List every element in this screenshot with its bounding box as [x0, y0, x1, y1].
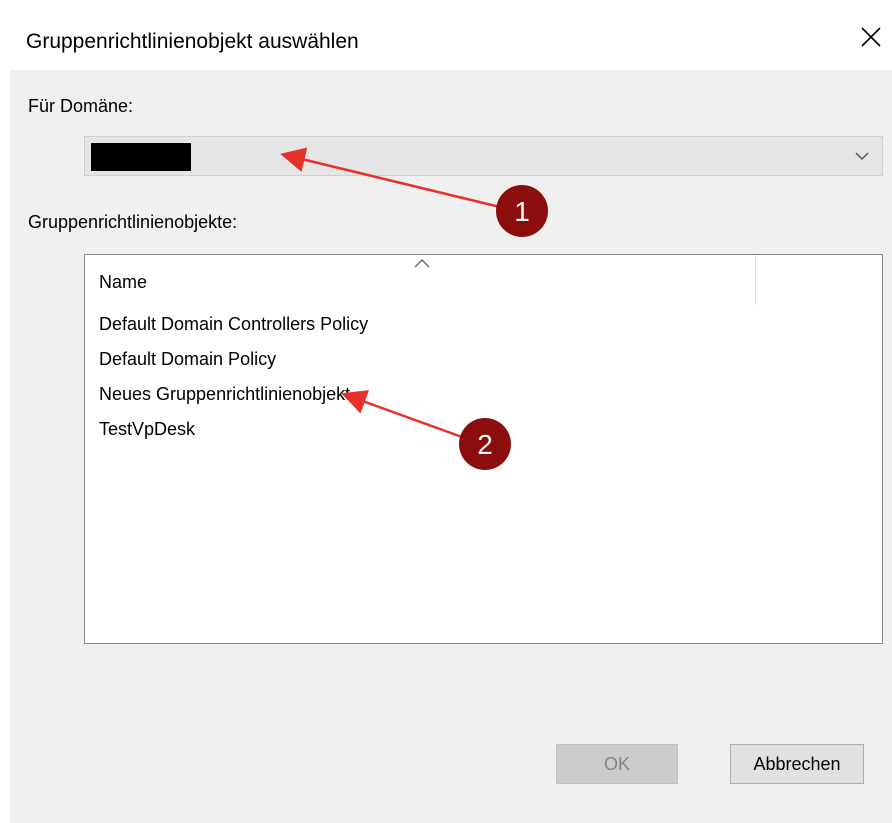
chevron-down-icon — [855, 152, 869, 161]
column-header-name[interactable]: Name — [85, 255, 756, 305]
list-item[interactable]: TestVpDesk — [99, 419, 195, 440]
gpo-list-label: Gruppenrichtlinienobjekte: — [28, 212, 238, 232]
ok-button[interactable]: OK — [556, 744, 678, 784]
list-item[interactable]: Default Domain Policy — [99, 349, 276, 370]
list-item[interactable]: Neues Gruppenrichtlinienobjekt — [99, 384, 350, 405]
close-button[interactable] — [856, 22, 886, 52]
redacted-domain-value — [91, 143, 191, 171]
column-header-label: Name — [99, 272, 148, 292]
dialog-title: Gruppenrichtlinienobjekt auswählen — [26, 30, 359, 53]
dialog-body: Für Domäne: Gruppenrichtlinienobjekte: N… — [10, 70, 892, 823]
cancel-button[interactable]: Abbrechen — [730, 744, 864, 784]
domain-dropdown[interactable] — [84, 136, 883, 176]
gpo-listbox[interactable]: Name Default Domain Controllers Policy D… — [84, 254, 883, 644]
title-bar: Gruppenrichtlinienobjekt auswählen — [0, 0, 892, 70]
domain-label: Für Domäne: — [28, 96, 134, 116]
close-icon — [861, 27, 881, 47]
sort-ascending-icon — [414, 259, 430, 268]
list-item[interactable]: Default Domain Controllers Policy — [99, 314, 368, 335]
